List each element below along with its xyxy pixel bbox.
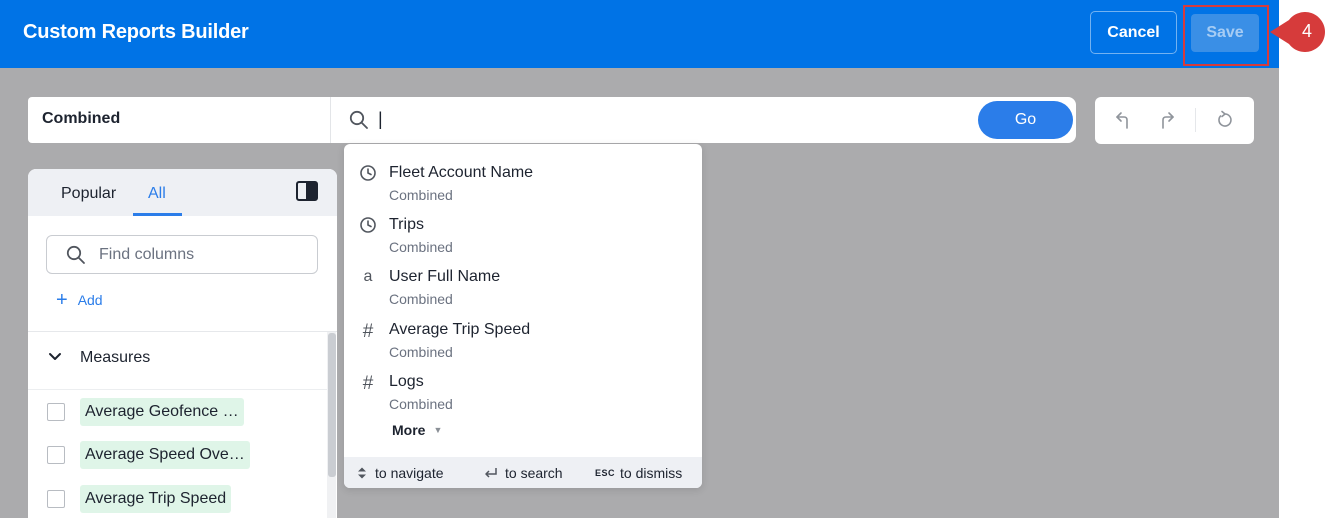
esc-key: ESC — [595, 468, 616, 478]
add-column-button[interactable]: + Add — [56, 289, 103, 311]
text-attribute-icon: a — [363, 268, 373, 285]
search-input[interactable]: | — [378, 109, 383, 130]
measures-label: Measures — [80, 349, 151, 366]
navigate-hint: to navigate — [356, 465, 444, 481]
chevron-down-icon — [48, 349, 62, 367]
suggestion-source: Combined — [389, 187, 453, 203]
enter-key-icon — [485, 468, 497, 478]
navigate-label: to navigate — [375, 465, 444, 481]
suggestion-item[interactable]: # Logs Combined — [344, 361, 702, 413]
clock-icon — [359, 164, 377, 182]
search-icon — [349, 110, 369, 135]
measure-item[interactable]: Average Speed Ove… — [47, 441, 250, 469]
measure-checkbox[interactable] — [47, 446, 65, 464]
reset-icon[interactable] — [1215, 110, 1235, 135]
measure-checkbox[interactable] — [47, 403, 65, 421]
measure-checkbox[interactable] — [47, 490, 65, 508]
measure-label: Average Speed Ove… — [80, 441, 250, 469]
measure-item[interactable]: Average Trip Speed — [47, 485, 232, 513]
more-suggestions-button[interactable]: More ▼ — [392, 422, 442, 438]
search-bar[interactable]: | Go — [330, 97, 1076, 143]
columns-tabs: Popular All — [28, 169, 337, 216]
dismiss-label: to dismiss — [620, 465, 683, 481]
active-tab-indicator — [133, 213, 182, 216]
app-header: Custom Reports Builder Cancel Save — [0, 0, 1279, 68]
clock-icon — [359, 216, 377, 234]
scrollbar-thumb[interactable] — [328, 333, 336, 477]
section-divider — [28, 389, 328, 390]
find-columns-field[interactable] — [46, 235, 318, 274]
up-down-arrows-icon — [358, 467, 366, 479]
caret-down-icon: ▼ — [433, 425, 443, 435]
app-window: Custom Reports Builder Cancel Save Combi… — [0, 0, 1279, 518]
worksheet-name: Combined — [42, 110, 121, 127]
suggestion-item[interactable]: # Average Trip Speed Combined — [344, 309, 702, 361]
measure-item[interactable]: Average Geofence … — [47, 398, 244, 426]
suggestion-name: Trips — [389, 216, 424, 233]
search-hint: to search — [483, 465, 563, 481]
save-highlight-box — [1183, 5, 1269, 66]
suggestion-source: Combined — [389, 396, 453, 412]
suggestion-name: Average Trip Speed — [389, 321, 531, 338]
suggestion-name: User Full Name — [389, 268, 501, 285]
search-icon — [66, 245, 86, 270]
measure-label: Average Trip Speed — [80, 485, 232, 513]
suggestion-item[interactable]: Fleet Account Name Combined — [344, 152, 702, 204]
suggestion-item[interactable]: Trips Combined — [344, 204, 702, 256]
cancel-button[interactable]: Cancel — [1090, 11, 1177, 54]
plus-icon: + — [56, 289, 68, 311]
measures-section-header[interactable]: Measures — [48, 349, 150, 367]
hash-icon: # — [362, 321, 374, 342]
find-columns-input[interactable] — [99, 244, 299, 266]
undo-icon[interactable] — [1115, 110, 1133, 135]
page-title: Custom Reports Builder — [23, 21, 249, 43]
dismiss-hint: ESC to dismiss — [595, 465, 682, 481]
suggestion-item[interactable]: a User Full Name Combined — [344, 256, 702, 308]
hash-icon: # — [362, 373, 374, 394]
history-divider — [1195, 108, 1196, 132]
add-label: Add — [77, 292, 103, 308]
panel-divider — [28, 331, 337, 332]
suggestion-source: Combined — [389, 291, 453, 307]
history-controls — [1095, 97, 1254, 144]
go-button[interactable]: Go — [978, 101, 1073, 139]
search-label: to search — [505, 465, 563, 481]
panel-toggle-icon[interactable] — [296, 181, 318, 201]
redo-icon[interactable] — [1157, 110, 1175, 135]
suggestion-source: Combined — [389, 344, 453, 360]
suggestion-name: Fleet Account Name — [389, 164, 534, 181]
measure-label: Average Geofence … — [80, 398, 244, 426]
search-suggestions-dropdown: Fleet Account Name Combined Trips Combin… — [344, 144, 702, 488]
tab-all[interactable]: All — [148, 185, 166, 203]
suggestion-name: Logs — [389, 373, 424, 390]
worksheet-name-box[interactable]: Combined — [28, 97, 330, 143]
step-number: 4 — [1301, 21, 1312, 41]
tab-popular[interactable]: Popular — [61, 185, 116, 203]
columns-panel: Popular All + Add Measures Av — [28, 169, 337, 518]
suggestion-source: Combined — [389, 239, 453, 255]
more-label: More — [392, 422, 426, 438]
dropdown-footer: to navigate to search ESC to dismiss — [344, 457, 702, 488]
